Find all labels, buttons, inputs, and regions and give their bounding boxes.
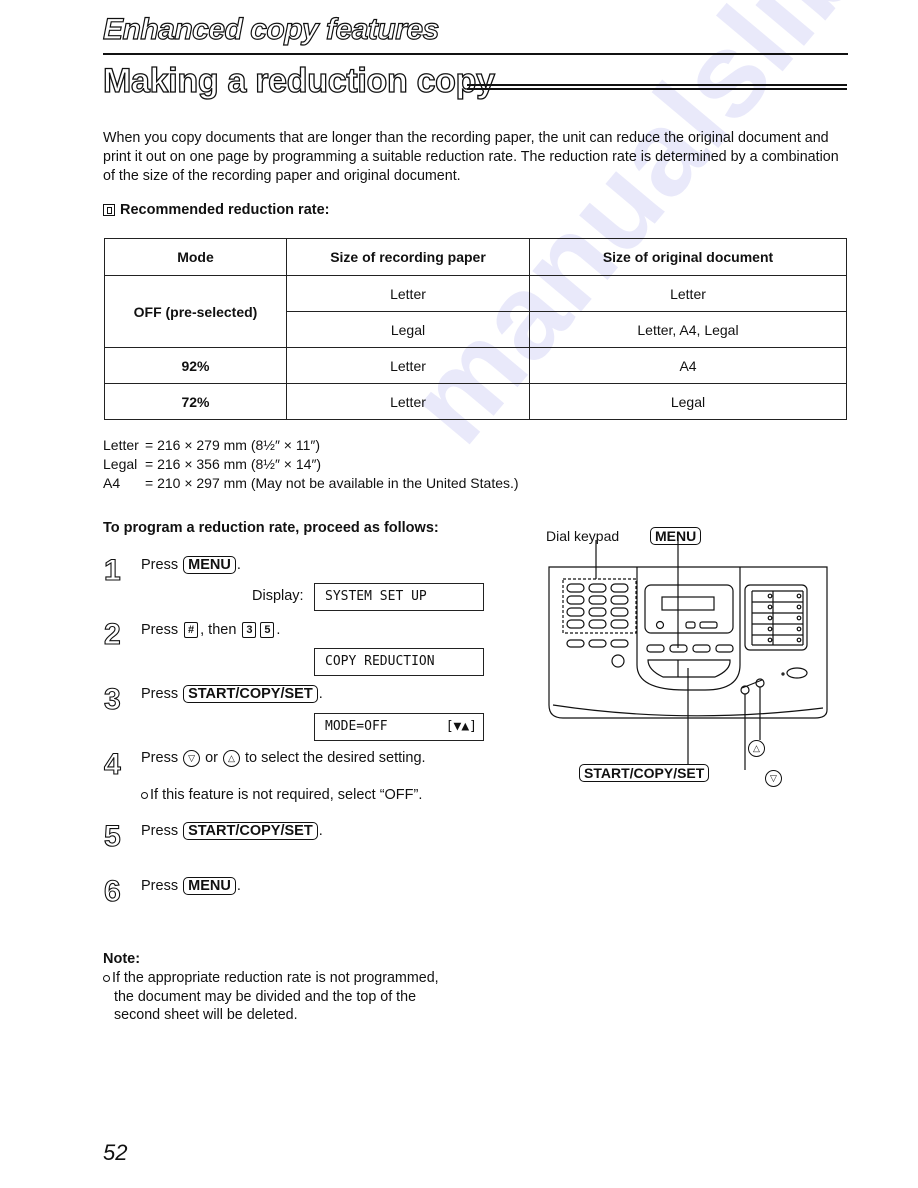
step-2: Press #, then 35. bbox=[141, 622, 281, 638]
down-button-icon: ▽ bbox=[183, 749, 201, 767]
step-3: Press START/COPY/SET. bbox=[141, 685, 323, 703]
step-number-4: 4 bbox=[103, 748, 121, 781]
stop-button bbox=[786, 667, 808, 679]
recommended-label: Recommended reduction rate: bbox=[120, 202, 330, 218]
start-copy-set-button bbox=[647, 659, 731, 678]
note-text: If the appropriate reduction rate is not… bbox=[103, 969, 483, 1025]
step-number-1: 1 bbox=[103, 554, 121, 587]
cell-paper: Legal bbox=[286, 311, 530, 348]
hash-key: # bbox=[184, 622, 199, 638]
cell-paper: Letter bbox=[286, 383, 530, 420]
note-line: If the appropriate reduction rate is not… bbox=[112, 970, 439, 986]
size-key: Legal bbox=[103, 456, 138, 472]
cell-paper: Letter bbox=[286, 275, 530, 312]
table-header-row: Mode Size of recording paper Size of ori… bbox=[104, 238, 847, 276]
page-number: 52 bbox=[103, 1140, 128, 1165]
cell-original: Letter bbox=[529, 275, 847, 312]
note-line: second sheet will be deleted. bbox=[114, 1007, 298, 1023]
size-row: A4 = 210 × 297 mm (May not be available i… bbox=[103, 474, 519, 493]
volume-knob bbox=[611, 654, 625, 668]
step-text: Press bbox=[141, 750, 179, 766]
step-text: Press bbox=[141, 686, 179, 702]
header-recording-paper: Size of recording paper bbox=[286, 238, 530, 276]
cell-paper: Letter bbox=[286, 347, 530, 384]
lcd-arrows: [▼▲] bbox=[445, 719, 477, 734]
size-key: A4 bbox=[103, 475, 121, 491]
checkbox-icon bbox=[103, 204, 115, 216]
paper-size-definitions: Letter = 216 × 279 mm (8½″ × 11″) Legal = … bbox=[103, 436, 519, 493]
size-value: = 216 × 279 mm (8½″ × 11″) bbox=[145, 437, 321, 453]
menu-key: MENU bbox=[183, 877, 236, 895]
note-line: the document may be divided and the top … bbox=[114, 988, 417, 1005]
cell-mode: OFF (pre-selected) bbox=[104, 275, 287, 348]
bullet-icon bbox=[141, 791, 148, 799]
step-number-5: 5 bbox=[103, 820, 121, 853]
step-6: Press MENU. bbox=[141, 877, 241, 895]
table-row: 72% Letter Legal bbox=[104, 383, 847, 420]
digit-key: 3 bbox=[242, 622, 257, 638]
keypad-outline bbox=[562, 578, 637, 634]
step-text: , then bbox=[200, 622, 237, 638]
display-label: Display: bbox=[252, 588, 304, 604]
page-title: Making a reduction copy bbox=[102, 61, 495, 100]
size-key: Letter bbox=[103, 437, 139, 453]
led-indicator bbox=[655, 620, 665, 630]
menu-key: MENU bbox=[183, 556, 236, 574]
table-row: 92% Letter A4 bbox=[104, 347, 847, 384]
lcd-mode-text: MODE=OFF bbox=[325, 719, 388, 734]
table-row: OFF (pre-selected) Letter Letter bbox=[104, 275, 847, 348]
up-button-icon: △ bbox=[222, 749, 240, 767]
step-text: to select the desired setting. bbox=[244, 750, 426, 766]
cell-mode: 72% bbox=[104, 383, 287, 420]
step-5: Press START/COPY/SET. bbox=[141, 822, 323, 840]
step-number-6: 6 bbox=[103, 875, 121, 908]
cell-mode: 92% bbox=[104, 347, 287, 384]
size-row: Letter = 216 × 279 mm (8½″ × 11″) bbox=[103, 436, 519, 455]
fax-panel-diagram bbox=[548, 540, 828, 770]
intro-paragraph: When you copy documents that are longer … bbox=[103, 130, 839, 184]
reduction-rate-table: Mode Size of recording paper Size of ori… bbox=[104, 238, 847, 420]
header-original-document: Size of original document bbox=[529, 238, 847, 276]
note-title: Note: bbox=[103, 951, 141, 967]
bullet-text: If this feature is not required, select … bbox=[150, 787, 423, 803]
keypad-keys bbox=[566, 583, 629, 629]
cell-original: Legal bbox=[529, 383, 847, 420]
cell-original: Letter, A4, Legal bbox=[529, 311, 847, 348]
start-copy-set-key: START/COPY/SET bbox=[183, 822, 318, 840]
bullet-icon bbox=[103, 974, 110, 982]
recommended-heading: Recommended reduction rate: bbox=[103, 202, 330, 218]
section-divider bbox=[103, 53, 848, 55]
digit-key: 5 bbox=[260, 622, 275, 638]
size-row: Legal = 216 × 356 mm (8½″ × 14″) bbox=[103, 455, 519, 474]
step-text: Press bbox=[141, 622, 179, 638]
step-1: Press MENU. bbox=[141, 556, 241, 574]
step-number-3: 3 bbox=[103, 683, 121, 716]
display-window bbox=[661, 596, 715, 611]
header-mode: Mode bbox=[104, 238, 287, 276]
lcd-display-1: SYSTEM SET UP bbox=[314, 583, 484, 611]
title-rule bbox=[467, 84, 847, 92]
start-copy-set-key: START/COPY/SET bbox=[183, 685, 318, 703]
cell-original: A4 bbox=[529, 347, 847, 384]
step-text: Press bbox=[141, 823, 179, 839]
display-housing bbox=[644, 584, 734, 634]
step-text: Press bbox=[141, 878, 179, 894]
step-text: or bbox=[205, 750, 218, 766]
step-4: Press ▽ or △ to select the desired setti… bbox=[141, 749, 426, 767]
step-text: Press bbox=[141, 557, 179, 573]
section-title: Enhanced copy features bbox=[102, 12, 439, 46]
step-number-2: 2 bbox=[103, 618, 121, 651]
size-value: = 216 × 356 mm (8½″ × 14″) bbox=[145, 456, 322, 472]
size-value: = 210 × 297 mm (May not be available in … bbox=[145, 475, 519, 491]
lcd-display-2: COPY REDUCTION bbox=[314, 648, 484, 676]
lcd-display-3: MODE=OFF [▼▲] bbox=[314, 713, 484, 741]
procedure-title: To program a reduction rate, proceed as … bbox=[103, 520, 439, 536]
step-4-note: If this feature is not required, select … bbox=[141, 786, 422, 804]
